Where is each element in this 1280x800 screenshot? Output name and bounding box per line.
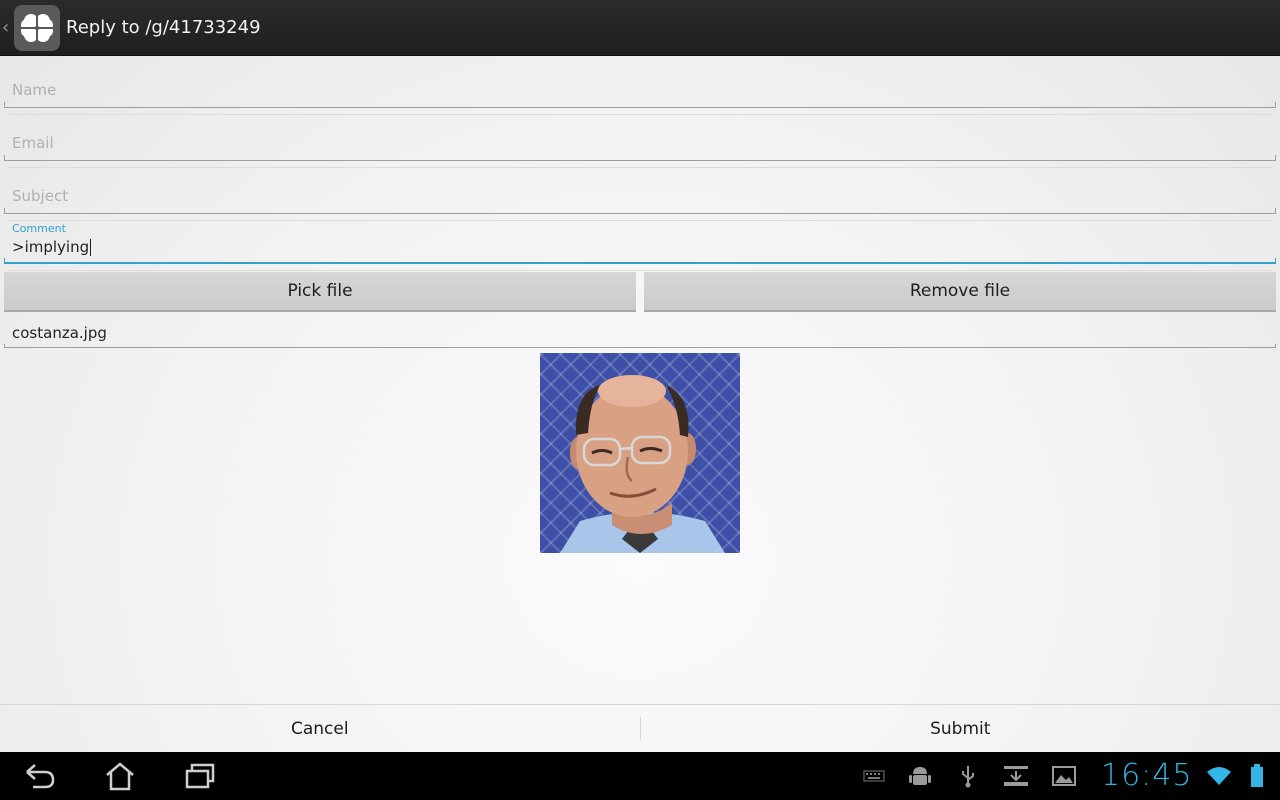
name-field-wrapper [4, 78, 1276, 115]
keyboard-icon [861, 764, 887, 788]
name-underline [4, 102, 1276, 108]
divider [8, 220, 1272, 221]
clock: 16:45 [1101, 758, 1193, 793]
filename-field-wrapper: costanza.jpg [4, 322, 1276, 348]
email-field-wrapper [4, 131, 1276, 168]
subject-field[interactable] [4, 184, 1276, 208]
comment-field[interactable]: >implying [4, 236, 1276, 258]
up-caret-icon[interactable]: ‹ [2, 17, 14, 38]
comment-text: >implying [12, 238, 90, 256]
android-debug-icon [907, 764, 933, 788]
usb-icon [955, 764, 981, 788]
attached-image-preview [540, 353, 740, 553]
home-icon[interactable] [100, 761, 140, 791]
divider [8, 270, 1272, 271]
pick-file-button[interactable]: Pick file [4, 272, 636, 312]
page-title: Reply to /g/41733249 [66, 17, 261, 38]
battery-icon [1244, 764, 1270, 788]
comment-field-wrapper[interactable]: Comment >implying [4, 222, 1276, 271]
email-field[interactable] [4, 131, 1276, 155]
name-field[interactable] [4, 78, 1276, 102]
recent-apps-icon[interactable] [180, 761, 220, 791]
remove-file-button[interactable]: Remove file [644, 272, 1276, 312]
submit-button[interactable]: Submit [641, 705, 1280, 752]
divider [8, 167, 1272, 168]
subject-underline [4, 208, 1276, 214]
text-cursor [90, 239, 92, 256]
email-underline [4, 155, 1276, 161]
system-bar: 16:45 [0, 752, 1280, 800]
action-bar: ‹ Reply to /g/41733249 [0, 0, 1280, 56]
divider [8, 114, 1272, 115]
comment-label: Comment [12, 222, 66, 235]
cancel-button[interactable]: Cancel [0, 705, 640, 752]
back-icon[interactable] [20, 761, 60, 791]
person-photo-icon [560, 375, 725, 553]
comment-underline [4, 258, 1276, 264]
filename-underline [4, 344, 1276, 348]
image-icon [1051, 764, 1077, 788]
four-leaf-clover-icon[interactable] [14, 4, 60, 51]
dialog-button-bar: Cancel Submit [0, 704, 1280, 752]
download-icon [1003, 764, 1029, 788]
wifi-icon [1206, 764, 1232, 788]
filename-field: costanza.jpg [12, 324, 107, 342]
subject-field-wrapper [4, 184, 1276, 221]
